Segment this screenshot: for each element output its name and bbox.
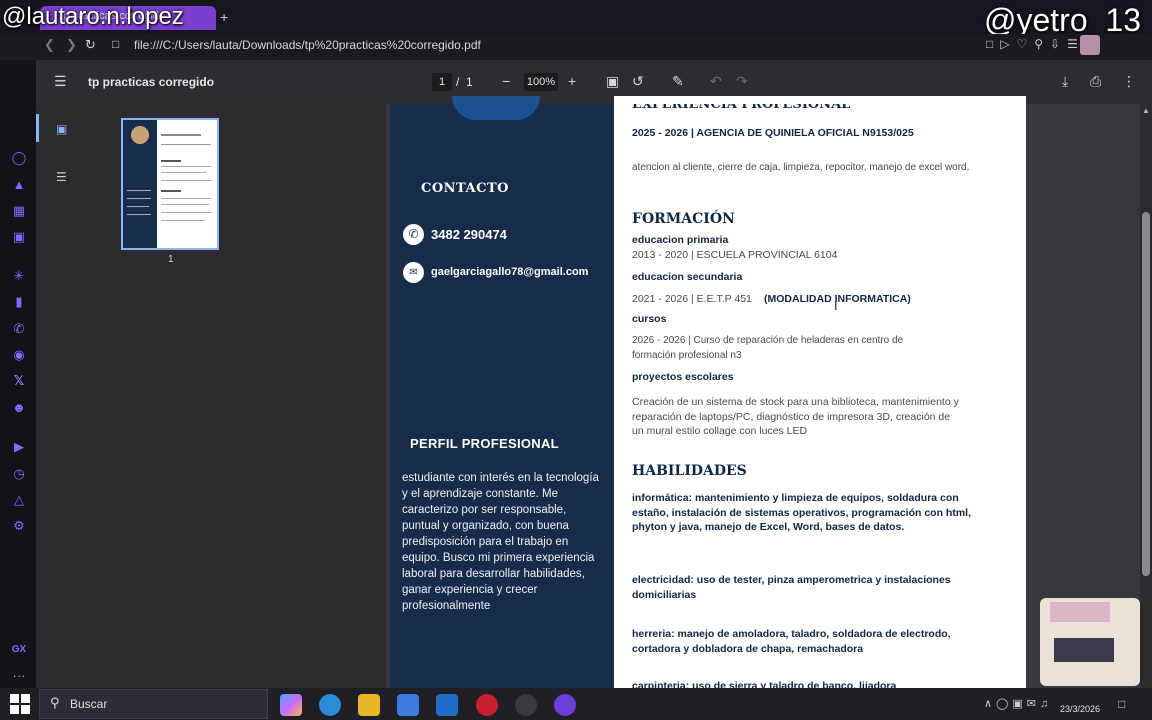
photo-frame-partial <box>452 96 540 120</box>
back-icon[interactable]: ❮ <box>44 37 55 53</box>
history-icon[interactable]: ◷ <box>10 466 28 482</box>
outlook-icon[interactable] <box>436 694 458 716</box>
skill-informatica: informática: mantenimiento y limpieza de… <box>632 492 972 533</box>
active-indicator <box>36 114 39 142</box>
proyectos-title: proyectos escolares <box>632 371 734 383</box>
secundaria-title: educacion secundaria <box>632 271 743 283</box>
zoom-in-icon[interactable]: + <box>568 73 576 89</box>
cursos-title: cursos <box>632 313 667 325</box>
menu-icon[interactable]: ☰ <box>54 73 67 90</box>
edge-icon[interactable] <box>319 694 341 716</box>
instagram-icon[interactable]: ◉ <box>10 347 28 363</box>
annotate-icon[interactable]: ✎ <box>672 73 684 90</box>
streamer-overlay-widget <box>1040 598 1140 686</box>
gx-icon[interactable]: GX <box>10 644 28 660</box>
skill-herreria: herreria: manejo de amoladora, taladro, … <box>632 628 951 655</box>
chatgpt-icon[interactable]: ✳ <box>10 268 28 284</box>
skill-carpinteria: carpinteria: uso de sierra y taladro de … <box>632 680 897 688</box>
streamer-handle-left: @lautaro.n.lopez <box>2 3 184 30</box>
whatsapp-icon[interactable]: ✆ <box>10 321 28 337</box>
sidebar-icon-2[interactable]: ▲ <box>10 177 28 193</box>
scroll-up-icon[interactable]: ▲ <box>1142 106 1150 115</box>
experience-job: 2025 - 2026 | AGENCIA DE QUINIELA OFICIA… <box>632 127 914 139</box>
text-cursor-icon: I <box>834 298 838 313</box>
more-icon[interactable]: ··· <box>10 668 28 684</box>
store-icon[interactable] <box>397 694 419 716</box>
contact-title: CONTACTO <box>421 181 509 196</box>
obs-icon[interactable] <box>515 694 537 716</box>
reload-icon[interactable]: ↻ <box>85 37 96 53</box>
page-separator: / <box>456 75 460 89</box>
undo-icon[interactable]: ↶ <box>710 73 722 90</box>
email-icon: ✉ <box>403 262 424 283</box>
extensions-icon[interactable]: △ <box>10 492 28 508</box>
proyectos-detail: Creación de un sistema de stock para una… <box>632 396 959 437</box>
primaria-title: educacion primaria <box>632 234 729 246</box>
print-icon[interactable]: ⎙ <box>1090 73 1101 90</box>
system-tray[interactable]: ∧◯▣✉♫ <box>984 697 1052 710</box>
skill-electricidad: electricidad: uso de tester, pinza amper… <box>632 574 951 601</box>
habilidades-title: HABILIDADES <box>632 463 747 479</box>
copilot-icon[interactable] <box>280 694 302 716</box>
zoom-out-icon[interactable]: − <box>502 73 510 89</box>
file-explorer-icon[interactable] <box>358 694 380 716</box>
scrollbar-thumb[interactable] <box>1142 212 1150 576</box>
player-icon[interactable]: ▶ <box>10 439 28 455</box>
sidebar-icon-1[interactable]: ◯ <box>10 150 28 166</box>
phone-icon: ✆ <box>403 224 424 245</box>
discord-icon[interactable]: ☻ <box>10 400 28 416</box>
cursos-detail: 2026 - 2026 | Curso de reparación de hel… <box>632 335 904 361</box>
opera-gx-icon[interactable] <box>476 694 498 716</box>
zoom-input[interactable]: 100% <box>524 73 558 91</box>
url-field[interactable]: file:///C:/Users/lauta/Downloads/tp%20pr… <box>134 38 481 52</box>
sidebar-icon-4[interactable]: ▣ <box>10 229 28 245</box>
page-total: 1 <box>466 75 473 89</box>
search-icon: ⚲ <box>50 695 60 710</box>
experience-description: atencion al cliente, cierre de caja, lim… <box>632 162 970 173</box>
settings-icon[interactable]: ⚙ <box>10 518 28 534</box>
sidebar-icon-3[interactable]: ▦ <box>10 203 28 219</box>
browser-toolbar-icons[interactable]: □▷♡⚲⇩☰ <box>986 37 1085 51</box>
more-options-icon[interactable]: ⋮ <box>1122 73 1136 90</box>
notifications-icon[interactable]: □ <box>1118 697 1125 711</box>
formacion-title: FORMACIÓN <box>632 211 735 227</box>
page-number-input[interactable]: 1 <box>432 73 452 91</box>
redo-icon[interactable]: ↷ <box>736 73 748 90</box>
thumbnail-page-number: 1 <box>168 254 174 265</box>
download-icon[interactable]: ⤓ <box>1062 73 1068 90</box>
outline-icon[interactable]: ☰ <box>56 170 67 184</box>
taskbar-date: 23/3/2026 <box>1060 704 1101 714</box>
file-icon: □ <box>112 37 120 51</box>
twitch-icon[interactable]: ▮ <box>10 294 28 310</box>
forward-icon[interactable]: ❯ <box>66 37 77 53</box>
profile-title: PERFIL PROFESIONAL <box>410 436 559 451</box>
app-icon[interactable] <box>554 694 576 716</box>
primaria-detail: 2013 - 2020 | ESCUELA PROVINCIAL 6104 <box>632 249 838 261</box>
email-address: gaelgarciagallo78@gmail.com <box>431 266 589 278</box>
secundaria-detail: 2021 - 2026 | E.E.T.P 451 <box>632 293 752 305</box>
document-title: tp practicas corregido <box>88 75 215 89</box>
thumbnails-icon[interactable]: ▣ <box>56 122 67 136</box>
x-icon[interactable]: 𝕏 <box>10 373 28 389</box>
search-placeholder: Buscar <box>70 697 108 711</box>
rotate-icon[interactable]: ↺ <box>632 73 644 90</box>
profile-text: estudiante con interés en la tecnología … <box>402 472 599 612</box>
profile-avatar[interactable] <box>1080 35 1100 55</box>
fit-page-icon[interactable]: ▣ <box>606 73 619 90</box>
windows-start-icon[interactable] <box>10 694 30 714</box>
thumb-photo <box>131 126 149 144</box>
phone-number: 3482 290474 <box>431 227 507 242</box>
new-tab-button[interactable]: + <box>220 9 228 25</box>
page-thumbnail[interactable] <box>121 118 219 250</box>
